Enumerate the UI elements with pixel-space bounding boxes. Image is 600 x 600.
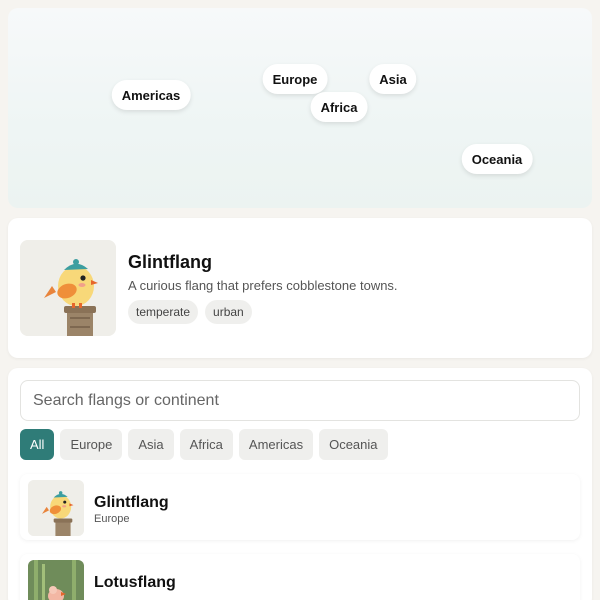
list-item[interactable]: Glintflang Europe xyxy=(20,474,580,540)
filter-chip-americas[interactable]: Americas xyxy=(238,429,314,460)
map-pin-europe[interactable]: Europe xyxy=(262,64,328,94)
selected-flang-card: Glintflang A curious flang that prefers … xyxy=(8,218,592,358)
search-input[interactable] xyxy=(20,380,580,421)
flang-tags: temperate urban xyxy=(128,300,252,324)
filter-chip-oceania[interactable]: Oceania xyxy=(319,429,388,460)
map-pin-americas[interactable]: Americas xyxy=(111,80,191,110)
tag-temperate: temperate xyxy=(128,300,199,324)
filter-chip-all[interactable]: All xyxy=(20,429,55,460)
map-pin-africa[interactable]: Africa xyxy=(310,92,368,122)
tag-urban: urban xyxy=(205,300,252,324)
bird-on-pillar-icon xyxy=(20,240,116,336)
map-pin-oceania[interactable]: Oceania xyxy=(461,144,533,174)
list-item-name: Lotusflang xyxy=(94,574,176,591)
map-pin-asia[interactable]: Asia xyxy=(369,64,417,94)
filter-chip-africa[interactable]: Africa xyxy=(179,429,233,460)
list-item-name: Glintflang xyxy=(94,494,169,511)
flang-description: A curious flang that prefers cobblestone… xyxy=(128,278,398,293)
flang-name: Glintflang xyxy=(128,252,212,272)
flang-browser-panel: All Europe Asia Africa Americas Oceania … xyxy=(8,368,592,600)
list-item[interactable]: Lotusflang xyxy=(20,554,580,600)
list-item-region: Europe xyxy=(94,513,130,525)
filter-chip-europe[interactable]: Europe xyxy=(60,429,123,460)
continent-map: Americas Europe Asia Africa Oceania xyxy=(8,8,592,208)
bird-on-pillar-icon xyxy=(28,480,84,536)
continent-filter-chips: All Europe Asia Africa Americas Oceania xyxy=(20,429,388,460)
bird-with-lotus-icon xyxy=(28,560,84,600)
filter-chip-asia[interactable]: Asia xyxy=(128,429,174,460)
